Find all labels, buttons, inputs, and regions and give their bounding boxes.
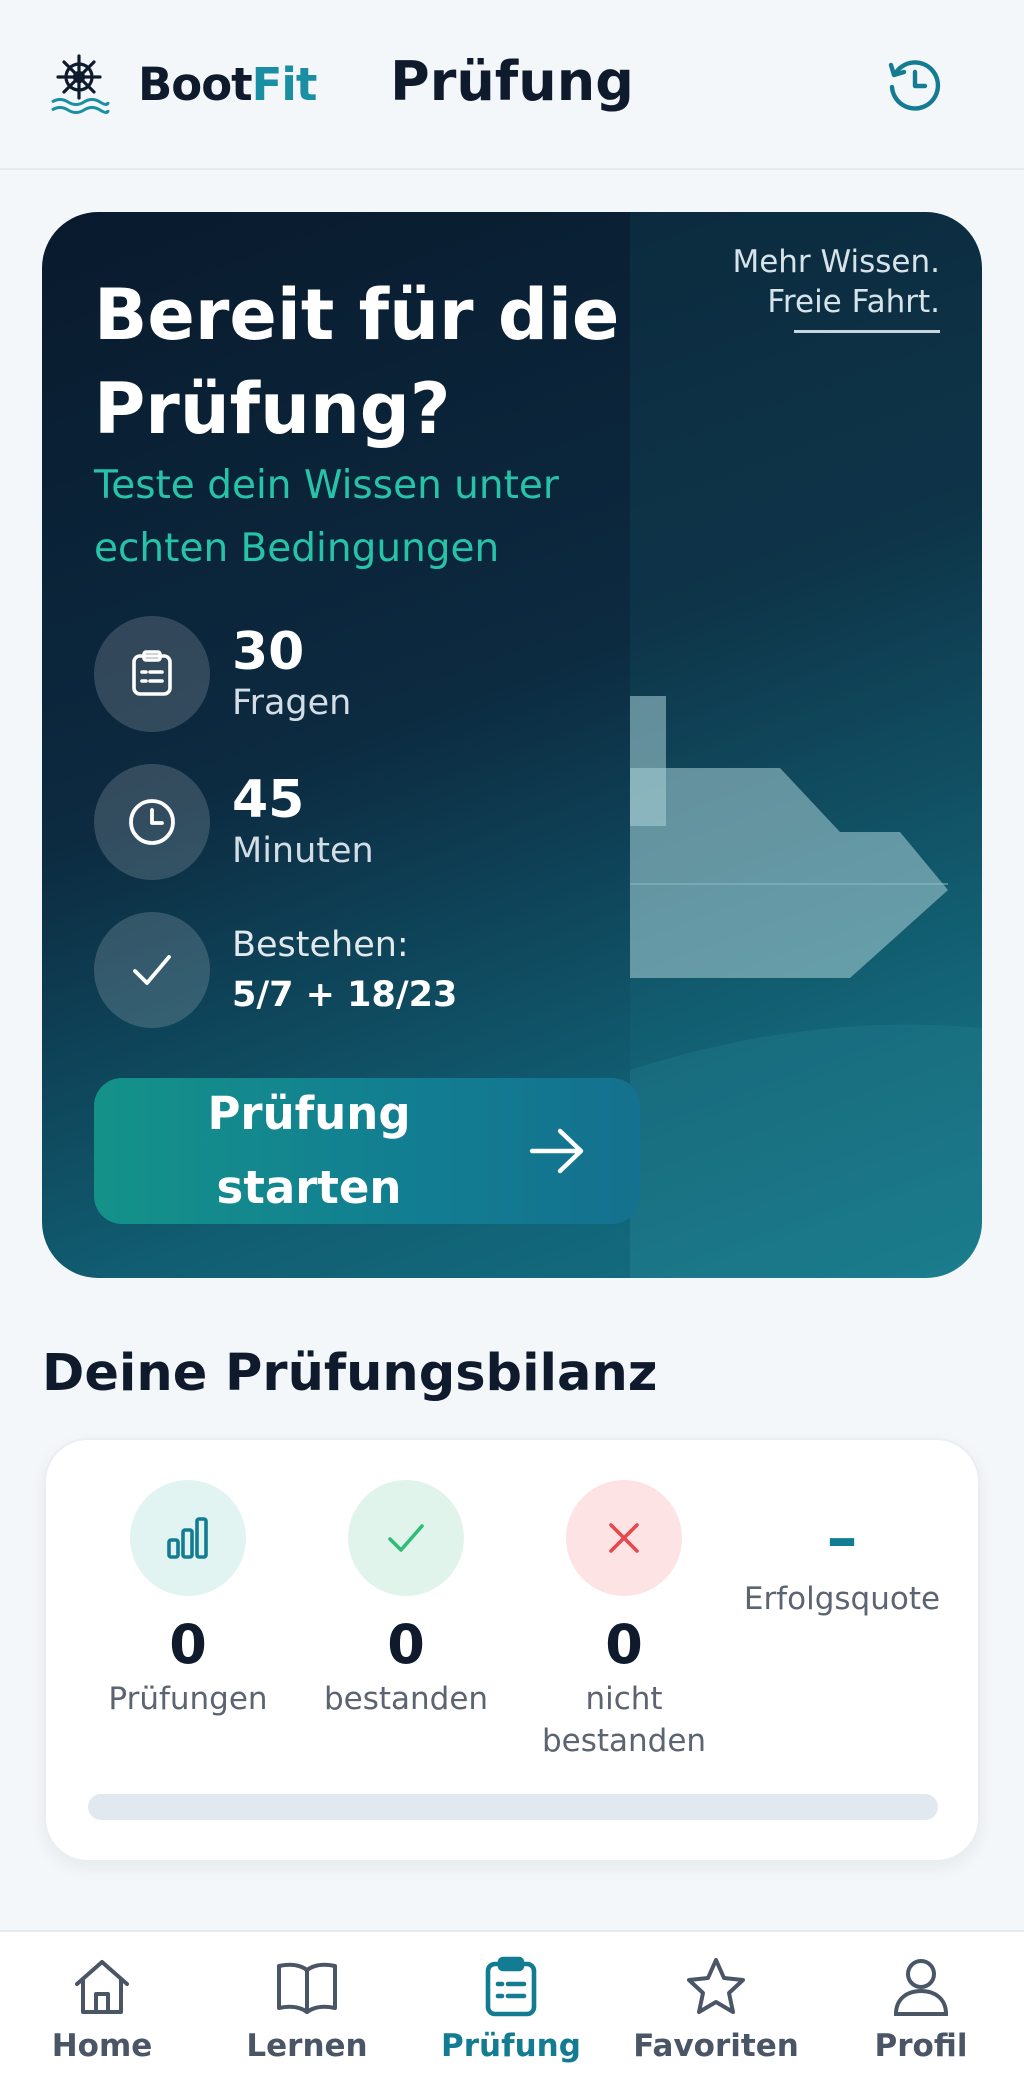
nav-label-favoriten: Favoriten [633, 2028, 799, 2064]
star-icon [687, 1958, 745, 2014]
pass-label: Bestehen: [232, 925, 409, 965]
user-icon [893, 1959, 949, 2016]
slogan-line1: Mehr Wissen. [732, 244, 940, 280]
questions-stat-text: 30 Fragen [232, 623, 351, 725]
questions-count: 30 [232, 622, 305, 682]
stat-failed-icon-circle [566, 1480, 682, 1596]
stat-exams-label: Prüfungen [108, 1681, 268, 1717]
stat-failed-value: 0 [605, 1613, 643, 1676]
slogan-line2: Freie Fahrt. [767, 284, 940, 320]
stat-passed-value: 0 [387, 1613, 425, 1676]
boat-illustration [630, 212, 982, 1278]
questions-label: Fragen [232, 683, 352, 723]
stat-failed: 0 nicht bestanden [524, 1480, 724, 1762]
stat-exams: 0 Prüfungen [88, 1480, 288, 1720]
check-icon [133, 955, 171, 985]
hero-subtitle: Teste dein Wissen unter echten Bedingung… [94, 463, 559, 571]
nav-label-profil: Profil [874, 2028, 968, 2064]
hero-title: Bereit für die Prüfung? [94, 274, 620, 450]
stat-exams-value: 0 [169, 1613, 207, 1676]
stat-passed-label: bestanden [323, 1681, 489, 1717]
nav-item-home[interactable]: Home [7, 1954, 197, 2064]
questions-stat-icon-circle [94, 616, 210, 732]
book-icon [277, 1962, 337, 2014]
app-header: BootFit Prüfung [0, 0, 1024, 170]
stat-success-rate-label: Erfolgsquote [743, 1581, 941, 1617]
stat-passed-icon-circle [348, 1480, 464, 1596]
clock-icon [129, 799, 175, 845]
nav-label-pruefung: Prüfung [441, 2028, 581, 2064]
duration-stat-icon-circle [94, 764, 210, 880]
slogan: Mehr Wissen. Freie Fahrt. [732, 242, 940, 322]
duration-stat-text: 45 Minuten [232, 771, 374, 873]
clipboard-icon [485, 1956, 537, 2017]
x-icon [609, 1523, 639, 1553]
section-title-exam-stats: Deine Prüfungsbilanz [42, 1344, 658, 1403]
pass-value: 5/7 + 18/23 [232, 975, 458, 1015]
pass-stat-icon-circle [94, 912, 210, 1028]
start-exam-button[interactable]: Prüfung starten [94, 1078, 640, 1224]
history-icon[interactable] [886, 56, 944, 114]
nav-label-home: Home [51, 2028, 153, 2064]
clipboard-icon [132, 650, 172, 696]
start-exam-label: Prüfung starten [207, 1087, 411, 1214]
bar-chart-icon [167, 1517, 208, 1559]
pass-criteria-stat: Bestehen: 5/7 + 18/23 [94, 912, 457, 1028]
stat-failed-label: nicht bestanden [541, 1681, 707, 1759]
nav-label-lernen: Lernen [246, 2028, 368, 2064]
exam-stats-card: 0 Prüfungen 0 bestanden 0 nicht bestande… [44, 1438, 980, 1862]
pass-stat-text: Bestehen: 5/7 + 18/23 [232, 920, 457, 1020]
exam-hero-card: Mehr Wissen. Freie Fahrt. Bereit für die… [42, 212, 982, 1278]
questions-stat: 30 Fragen [94, 616, 351, 732]
duration-stat: 45 Minuten [94, 764, 374, 880]
stat-success-rate: – Erfolgsquote [742, 1480, 942, 1620]
check-icon [388, 1524, 424, 1552]
arrow-right-icon [529, 1128, 584, 1174]
nav-item-profil[interactable]: Profil [826, 1954, 1016, 2064]
home-icon [75, 1960, 129, 2014]
stat-passed: 0 bestanden [306, 1480, 506, 1720]
success-progress-bar [88, 1794, 938, 1820]
nav-item-lernen[interactable]: Lernen [212, 1954, 402, 2064]
page-title: Prüfung [390, 50, 634, 113]
duration-label: Minuten [232, 831, 374, 871]
nav-item-favoriten[interactable]: Favoriten [621, 1954, 811, 2064]
duration-value: 45 [232, 770, 305, 830]
slogan-underline [794, 330, 940, 333]
nav-item-pruefung[interactable]: Prüfung [416, 1954, 606, 2064]
stat-exams-icon-circle [130, 1480, 246, 1596]
bottom-nav: Home Lernen Prüfung Favoriten Profil [0, 1930, 1024, 2100]
